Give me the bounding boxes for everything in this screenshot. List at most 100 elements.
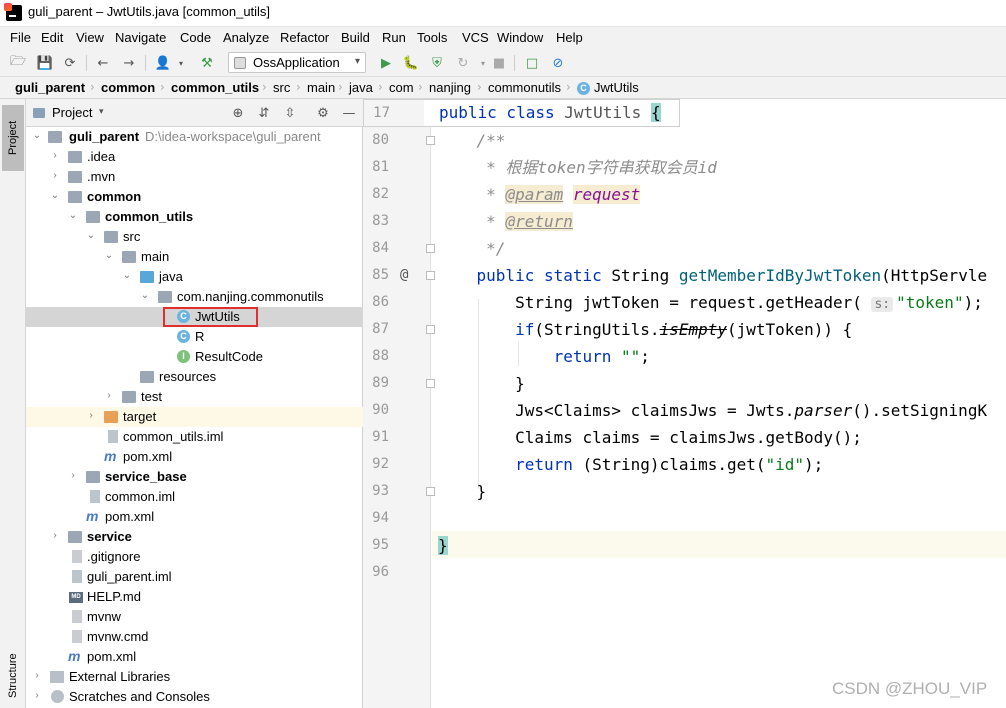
fold-marker-icon[interactable] xyxy=(426,271,435,280)
breadcrumb-guli-parent[interactable]: guli_parent xyxy=(15,80,85,95)
collapsed-arrow-icon[interactable]: › xyxy=(32,690,42,701)
breadcrumb-commonutils[interactable]: commonutils xyxy=(488,80,561,95)
collapsed-arrow-icon[interactable]: › xyxy=(50,150,60,161)
tree-item-common[interactable]: ⌄ common xyxy=(26,187,363,207)
breadcrumb-common-utils[interactable]: common_utils xyxy=(171,80,259,95)
expand-all-icon[interactable]: ⇵ xyxy=(256,105,272,121)
tree-item-gitignore[interactable]: .gitignore xyxy=(26,547,363,567)
code-line[interactable]: } xyxy=(438,532,1006,559)
menu-run[interactable]: Run xyxy=(382,30,406,45)
tree-item-common-utils-iml[interactable]: common_utils.iml xyxy=(26,427,363,447)
tree-item-service[interactable]: › service xyxy=(26,527,363,547)
menu-tools[interactable]: Tools xyxy=(417,30,447,45)
expanded-arrow-icon[interactable]: ⌄ xyxy=(32,130,42,141)
editor-gutter[interactable]: 80 81 82 83 84 85 @ 86 87 88 89 90 91 92… xyxy=(363,99,435,708)
menu-help[interactable]: Help xyxy=(556,30,583,45)
code-line[interactable]: * @return xyxy=(438,208,1006,235)
menu-vcs[interactable]: VCS xyxy=(462,30,489,45)
fold-marker-icon[interactable] xyxy=(426,487,435,496)
expanded-arrow-icon[interactable]: ⌄ xyxy=(122,270,132,281)
tree-item-r[interactable]: C R xyxy=(26,327,363,347)
expanded-arrow-icon[interactable]: ⌄ xyxy=(140,290,150,301)
tree-item-test[interactable]: › test xyxy=(26,387,363,407)
code-line[interactable]: } xyxy=(438,370,1006,397)
tree-item-package[interactable]: ⌄ com.nanjing.commonutils xyxy=(26,287,363,307)
stop-icon[interactable]: ■ xyxy=(490,54,508,72)
code-line[interactable]: */ xyxy=(438,235,1006,262)
fold-marker-icon[interactable] xyxy=(426,136,435,145)
tree-item-pom-xml[interactable]: m pom.xml xyxy=(26,507,363,527)
tree-item-guli-parent-iml[interactable]: guli_parent.iml xyxy=(26,567,363,587)
chevron-down-icon[interactable]: ▾ xyxy=(172,54,190,72)
activity-monitor-icon[interactable]: □ xyxy=(523,54,541,72)
fold-marker-icon[interactable] xyxy=(426,325,435,334)
tree-item-mvn[interactable]: › .mvn xyxy=(26,167,363,187)
locate-file-icon[interactable]: ⊕ xyxy=(230,105,246,121)
collapsed-arrow-icon[interactable]: › xyxy=(32,670,42,681)
tree-item-target[interactable]: › target xyxy=(26,407,363,427)
collapsed-arrow-icon[interactable]: › xyxy=(68,470,78,481)
tree-item-resultcode[interactable]: I ResultCode xyxy=(26,347,363,367)
tree-item-main[interactable]: ⌄ main xyxy=(26,247,363,267)
collapsed-arrow-icon[interactable]: › xyxy=(104,390,114,401)
fold-marker-icon[interactable] xyxy=(426,244,435,253)
minimize-icon[interactable]: — xyxy=(341,105,357,121)
breadcrumb-src[interactable]: src xyxy=(273,80,290,95)
code-line[interactable]: /** xyxy=(438,127,1006,154)
collapsed-arrow-icon[interactable]: › xyxy=(50,170,60,181)
back-icon[interactable]: ← xyxy=(94,54,112,72)
menu-window[interactable]: Window xyxy=(497,30,543,45)
tree-item-mvnw-cmd[interactable]: mvnw.cmd xyxy=(26,627,363,647)
tree-item-java[interactable]: ⌄ java xyxy=(26,267,363,287)
sync-icon[interactable]: ⟳ xyxy=(61,54,79,72)
project-tool-tab[interactable]: Project xyxy=(2,105,24,171)
tree-item-help-md[interactable]: MD HELP.md xyxy=(26,587,363,607)
tree-item-service-base[interactable]: › service_base xyxy=(26,467,363,487)
code-line[interactable]: Claims claims = claimsJws.getBody(); xyxy=(438,424,1006,451)
tree-item-common-utils[interactable]: ⌄ common_utils xyxy=(26,207,363,227)
collapsed-arrow-icon[interactable]: › xyxy=(50,530,60,541)
collapsed-arrow-icon[interactable]: › xyxy=(86,410,96,421)
breadcrumb-com[interactable]: com xyxy=(389,80,414,95)
tree-item-external-libraries[interactable]: › External Libraries xyxy=(26,667,363,687)
menu-refactor[interactable]: Refactor xyxy=(280,30,329,45)
code-line[interactable]: Jws<Claims> claimsJws = Jwts.parser().se… xyxy=(438,397,1006,424)
sticky-class-header[interactable]: 17 public class JwtUtils { xyxy=(363,99,680,127)
user-icon[interactable]: 👤 xyxy=(154,54,172,72)
breadcrumb-java[interactable]: java xyxy=(349,80,373,95)
tree-item-idea[interactable]: › .idea xyxy=(26,147,363,167)
breadcrumb-nanjing[interactable]: nanjing xyxy=(429,80,471,95)
expanded-arrow-icon[interactable]: ⌄ xyxy=(68,210,78,221)
menu-view[interactable]: View xyxy=(76,30,104,45)
expanded-arrow-icon[interactable]: ⌄ xyxy=(104,250,114,261)
tree-item-pom-xml[interactable]: m pom.xml xyxy=(26,647,363,667)
menu-edit[interactable]: Edit xyxy=(41,30,63,45)
run-configuration-select[interactable]: OssApplication ▾ xyxy=(228,52,366,73)
code-line[interactable]: public static String getMemberIdByJwtTok… xyxy=(438,262,1006,289)
tree-item-jwtutils[interactable]: C JwtUtils xyxy=(26,307,363,327)
tree-item-common-iml[interactable]: common.iml xyxy=(26,487,363,507)
code-line[interactable]: * 根据token字符串获取会员id xyxy=(438,154,1006,181)
menu-navigate[interactable]: Navigate xyxy=(115,30,166,45)
tree-item-src[interactable]: ⌄ src xyxy=(26,227,363,247)
code-line[interactable]: return (String)claims.get("id"); xyxy=(438,451,1006,478)
tree-item-pom-xml[interactable]: m pom.xml xyxy=(26,447,363,467)
build-hammer-icon[interactable]: ⚒ xyxy=(198,54,216,72)
expanded-arrow-icon[interactable]: ⌄ xyxy=(86,230,96,241)
fold-marker-icon[interactable] xyxy=(426,379,435,388)
breadcrumb-main[interactable]: main xyxy=(307,80,335,95)
code-line[interactable]: } xyxy=(438,478,1006,505)
code-line[interactable] xyxy=(438,559,1006,586)
code-line[interactable]: return ""; xyxy=(438,343,1006,370)
profile-icon[interactable]: ↻ xyxy=(454,54,472,72)
debug-icon[interactable]: 🐛 xyxy=(402,54,420,72)
open-folder-icon[interactable]: 🗁 xyxy=(9,54,27,72)
chevron-down-icon[interactable]: ▾ xyxy=(99,107,104,117)
code-line[interactable] xyxy=(438,505,1006,532)
menu-analyze[interactable]: Analyze xyxy=(223,30,269,45)
power-save-icon[interactable]: ⊘ xyxy=(549,54,567,72)
menu-file[interactable]: File xyxy=(10,30,31,45)
run-icon[interactable]: ▶ xyxy=(377,54,395,72)
collapse-all-icon[interactable]: ⇳ xyxy=(282,105,298,121)
breadcrumb-jwtutils[interactable]: JwtUtils xyxy=(594,80,639,95)
